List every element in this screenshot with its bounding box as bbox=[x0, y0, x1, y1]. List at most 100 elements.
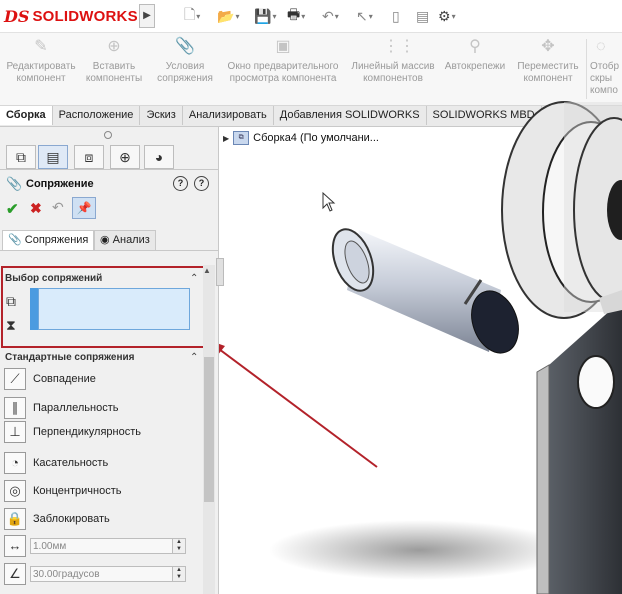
tangent-icon: ◔ bbox=[4, 452, 26, 474]
smart-fasteners-label: Автокрепежи bbox=[444, 61, 506, 72]
3d-model-view bbox=[219, 101, 622, 594]
perpendicular-icon: ⊥ bbox=[4, 421, 26, 443]
property-manager-icon: ▤ bbox=[46, 149, 60, 165]
distance-input[interactable]: 1.00мм ▲ ▼ bbox=[30, 538, 186, 554]
mate-label: Совпадение bbox=[33, 373, 96, 385]
concentric-icon: ◎ bbox=[4, 480, 26, 502]
ribbon-separator bbox=[586, 39, 587, 99]
linear-pattern-label: Линейный массив компонентов bbox=[351, 61, 435, 84]
select-button[interactable]: ↖ ▾ bbox=[356, 7, 373, 25]
mate-coincident[interactable]: ⟋ Совпадение bbox=[4, 368, 96, 390]
panel-grip[interactable] bbox=[104, 131, 112, 139]
move-component-label: Переместить компонент bbox=[517, 61, 579, 84]
insert-components-label: Вставить компоненты bbox=[85, 61, 143, 84]
undo-mate-button[interactable]: ↶ bbox=[52, 199, 64, 216]
insert-components-button[interactable]: ⊕ Вставить компоненты bbox=[82, 37, 146, 85]
mate-parallel[interactable]: ∥ Параллельность bbox=[4, 397, 118, 419]
mate-label: Заблокировать bbox=[33, 513, 110, 525]
preview-window-button[interactable]: ▣ Окно предварительного просмотра компон… bbox=[220, 37, 346, 85]
menu-expand-button[interactable]: ▶ bbox=[139, 4, 155, 28]
ok-button[interactable]: ✔ bbox=[6, 200, 19, 218]
gear-icon: ⚙ bbox=[438, 7, 451, 24]
expand-arrow-icon[interactable]: ▶ bbox=[223, 134, 229, 143]
scrollbar-thumb[interactable] bbox=[204, 357, 214, 502]
tab-mates[interactable]: 📎 Сопряжения bbox=[2, 230, 95, 250]
new-doc-icon: 🗋 bbox=[184, 6, 196, 22]
preview-window-label: Окно предварительного просмотра компонен… bbox=[227, 61, 339, 84]
preview-window-icon: ▣ bbox=[275, 38, 291, 55]
mate-subtabs: 📎 Сопряжения ◉ Анализ bbox=[0, 228, 218, 251]
cursor-icon: ↖ bbox=[356, 7, 368, 24]
linear-pattern-icon: ⋮⋮ bbox=[383, 38, 415, 55]
distance-icon: ↔ bbox=[4, 535, 26, 557]
pulley-part[interactable] bbox=[501, 101, 622, 319]
save-button[interactable]: 💾 ▾ bbox=[254, 7, 276, 25]
mate-angle[interactable]: ∠ bbox=[4, 563, 33, 585]
bracket-part[interactable] bbox=[536, 290, 622, 594]
annotation-arrow bbox=[219, 343, 378, 468]
mate-concentric[interactable]: ◎ Концентричность bbox=[4, 480, 121, 502]
standard-mates-header: Стандартные сопряжения bbox=[5, 352, 135, 363]
solidworks-logo[interactable]: DS SOLIDWORKS bbox=[4, 6, 138, 26]
tab-analysis-label: Анализ bbox=[112, 234, 150, 246]
edit-component-button[interactable]: ✎ Редактировать компонент bbox=[2, 37, 80, 85]
feature-tree-flyout[interactable]: ▶ ⧉ Сборка4 (По умолчани... bbox=[223, 131, 379, 145]
help-icon[interactable]: ? bbox=[194, 176, 209, 191]
edit-component-icon: ✎ bbox=[34, 38, 48, 55]
keep-visible-pin-button[interactable]: 📌 bbox=[72, 197, 96, 219]
mate-distance[interactable]: ↔ bbox=[4, 535, 33, 557]
print-icon: 🖶 bbox=[287, 6, 301, 22]
pin-part[interactable] bbox=[325, 224, 526, 360]
rebuild-button[interactable]: ▯ bbox=[392, 7, 400, 25]
open-button[interactable]: 📂 ▾ bbox=[217, 7, 239, 25]
feature-manager-tab[interactable]: ⧉ bbox=[6, 145, 36, 169]
dimxpert-tab[interactable]: ⊕ bbox=[110, 145, 140, 169]
mate-icon: 📎 bbox=[175, 38, 195, 55]
mate-label: Касательность bbox=[33, 457, 109, 469]
show-hidden-icon: ◌ bbox=[596, 38, 606, 55]
tab-assembly[interactable]: Сборка bbox=[0, 106, 53, 125]
mate-perpendicular[interactable]: ⊥ Перпендикулярность bbox=[4, 421, 141, 443]
panel-collapse-handle[interactable] bbox=[216, 258, 224, 286]
mate-label: Условия сопряжения bbox=[157, 61, 213, 84]
lock-icon: 🔒 bbox=[4, 508, 26, 530]
angle-spinner[interactable]: ▲ ▼ bbox=[172, 567, 185, 581]
options-button[interactable]: ⚙ ▾ bbox=[438, 7, 456, 25]
mate-button[interactable]: 📎 Условия сопряжения bbox=[152, 37, 218, 85]
show-hidden-label: Отобр скры компо bbox=[590, 61, 620, 96]
display-manager-tab[interactable]: ◕ bbox=[144, 145, 174, 169]
angle-icon: ∠ bbox=[4, 563, 26, 585]
tab-analysis[interactable]: ◉ Анализ bbox=[94, 230, 156, 250]
linear-pattern-button[interactable]: ⋮⋮ Линейный массив компонентов bbox=[350, 37, 436, 85]
angle-input[interactable]: 30.00градусов ▲ ▼ bbox=[30, 566, 186, 582]
smart-fasteners-button[interactable]: ⚲ Автокрепежи bbox=[440, 37, 510, 73]
whats-wrong-icon[interactable]: ? bbox=[173, 176, 188, 191]
tab-layout[interactable]: Расположение bbox=[52, 106, 141, 125]
parallel-icon: ∥ bbox=[4, 397, 26, 419]
distance-spinner[interactable]: ▲ ▼ bbox=[172, 539, 185, 553]
undo-icon: ↶ bbox=[322, 7, 334, 24]
assembly-root-label: Сборка4 (По умолчани... bbox=[253, 132, 379, 144]
configuration-manager-tab[interactable]: ⧈ bbox=[74, 145, 104, 169]
collapse-chevron-icon[interactable]: ⌃ bbox=[190, 352, 198, 363]
undo-button[interactable]: ↶ ▾ bbox=[322, 7, 339, 25]
scroll-up-icon[interactable]: ▲ bbox=[203, 266, 211, 275]
property-manager-title: Сопряжение bbox=[26, 178, 94, 190]
mate-icon: 📎 bbox=[6, 176, 23, 191]
mate-tangent[interactable]: ◔ Касательность bbox=[4, 452, 108, 474]
coincident-icon: ⟋ bbox=[4, 368, 26, 390]
manager-tabs: ⧉ ▤ ⧈ ⊕ ◕ bbox=[0, 143, 218, 170]
mate-lock[interactable]: 🔒 Заблокировать bbox=[4, 508, 110, 530]
tab-sketch[interactable]: Эскиз bbox=[140, 106, 183, 125]
show-hidden-button[interactable]: ◌ Отобр скры компо bbox=[590, 37, 622, 97]
new-doc-button[interactable]: 🗋 ▾ bbox=[184, 6, 200, 25]
file-properties-button[interactable]: ▤ bbox=[416, 7, 429, 25]
property-manager-tab[interactable]: ▤ bbox=[38, 145, 68, 169]
move-component-button[interactable]: ✥ Переместить компонент bbox=[512, 37, 584, 85]
print-button[interactable]: 🖶 ▾ bbox=[287, 6, 305, 25]
save-icon: 💾 bbox=[254, 7, 272, 24]
cancel-button[interactable]: ✖ bbox=[30, 200, 42, 217]
appearance-icon: ◕ bbox=[154, 149, 164, 165]
open-folder-icon: 📂 bbox=[217, 7, 235, 24]
assembly-icon: ⧉ bbox=[233, 131, 250, 145]
